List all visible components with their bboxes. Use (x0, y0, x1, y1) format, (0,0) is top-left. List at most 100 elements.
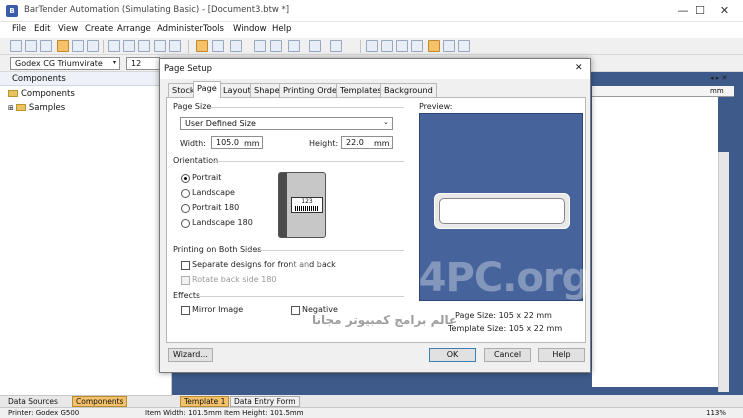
zoom-out-icon[interactable] (381, 40, 393, 52)
tree-root[interactable]: Components (8, 89, 75, 99)
watermark-subtext: عالم برامج كمبيوتر مجانا (312, 313, 458, 327)
chevron-down-icon[interactable]: ▾ (113, 59, 116, 66)
tab-data-sources[interactable]: Data Sources (8, 397, 58, 406)
rotate-back-label: Rotate back side 180 (192, 275, 277, 284)
zoom-in-icon[interactable] (366, 40, 378, 52)
label-sheet (592, 97, 718, 387)
snap-icon[interactable] (458, 40, 470, 52)
height-unit: mm (374, 139, 390, 148)
print-preview-icon[interactable] (57, 40, 69, 52)
grid-icon[interactable] (443, 40, 455, 52)
menu-edit[interactable]: Edit (34, 24, 50, 34)
portrait-180-label: Portrait 180 (192, 203, 240, 212)
components-panel: Components ✕ Components ⊞ Samples (0, 72, 172, 397)
shape-icon[interactable] (288, 40, 300, 52)
open-icon[interactable] (25, 40, 37, 52)
preview-label: Preview: (419, 102, 453, 111)
help-button[interactable]: Help (538, 348, 585, 362)
nav-arrows-icon[interactable]: ◂ ▸ ✕ (710, 74, 727, 82)
tab-background[interactable]: Background (380, 83, 437, 97)
wizard-button[interactable]: Wizard... (168, 348, 213, 362)
width-value: 105.0 (216, 138, 239, 147)
ok-button[interactable]: OK (429, 348, 476, 362)
object-icon[interactable] (330, 40, 342, 52)
radio-portrait-180[interactable] (181, 204, 190, 213)
tab-components[interactable]: Components (72, 396, 128, 407)
menu-view[interactable]: View (58, 24, 78, 34)
printer-label-text: 123 (301, 198, 313, 205)
width-field[interactable]: 105.0 mm (211, 136, 263, 149)
dialog-title: Page Setup (164, 64, 213, 74)
menu-help[interactable]: Help (272, 24, 291, 34)
page-size-value: User Defined Size (185, 119, 256, 128)
menu-tools[interactable]: Tools (203, 24, 224, 34)
height-field[interactable]: 22.0 mm (341, 136, 393, 149)
menu-window[interactable]: Window (233, 24, 267, 34)
copy-icon[interactable] (123, 40, 135, 52)
negative-checkbox[interactable] (291, 306, 300, 315)
tab-printing-order[interactable]: Printing Order (279, 83, 345, 97)
rotate-back-checkbox[interactable] (181, 276, 190, 285)
separate-designs-checkbox[interactable] (181, 261, 190, 270)
window-title: BarTender Automation (Simulating Basic) … (24, 5, 290, 15)
barcode-icon[interactable] (230, 40, 242, 52)
cancel-button[interactable]: Cancel (484, 348, 531, 362)
menu-create[interactable]: Create (85, 24, 113, 34)
picture-icon[interactable] (309, 40, 321, 52)
width-unit: mm (244, 139, 260, 148)
label-preview-inner (439, 198, 565, 224)
vertical-scrollbar[interactable] (718, 152, 729, 392)
radio-landscape[interactable] (181, 189, 190, 198)
paste-icon[interactable] (138, 40, 150, 52)
menu-arrange[interactable]: Arrange (117, 24, 151, 34)
tree-item-samples[interactable]: ⊞ Samples (8, 103, 65, 113)
redo-icon[interactable] (169, 40, 181, 52)
printer-select[interactable]: Godex CG Triumvirate (10, 57, 120, 70)
page-tab-panel: Page Size User Defined Size ⌄ Width: 105… (166, 97, 586, 343)
radio-portrait[interactable] (181, 174, 190, 183)
page-size-info: Page Size: 105 x 22 mm (455, 311, 552, 320)
width-label: Width: (180, 139, 206, 148)
database-icon[interactable] (87, 40, 99, 52)
print-icon[interactable] (72, 40, 84, 52)
expand-icon[interactable]: ⊞ (8, 104, 14, 112)
chevron-down-icon[interactable]: ⌄ (383, 118, 389, 126)
horizontal-ruler: mm (592, 86, 734, 97)
status-printer: Printer: Godex G500 (8, 409, 80, 417)
dialog-close-icon[interactable]: ✕ (575, 63, 583, 73)
printer-illustration-icon: 123 (278, 172, 326, 238)
portrait-label: Portrait (192, 173, 222, 182)
page-setup-icon[interactable] (428, 40, 440, 52)
line-icon[interactable] (270, 40, 282, 52)
tree-item-label: Samples (28, 103, 66, 113)
mirror-image-checkbox[interactable] (181, 306, 190, 315)
app-icon: B (6, 5, 18, 17)
tab-templates[interactable]: Templates (336, 83, 386, 97)
font-size-field[interactable]: 12 (126, 57, 160, 70)
folder-icon (8, 90, 18, 97)
tab-data-entry-form[interactable]: Data Entry Form (230, 396, 300, 407)
tab-template-1[interactable]: Template 1 (180, 396, 230, 407)
status-item-size: Item Width: 101.5mm Item Height: 101.5mm (145, 409, 304, 417)
close-window-button[interactable]: ✕ (706, 0, 743, 22)
page-size-select[interactable]: User Defined Size (180, 117, 393, 130)
height-label: Height: (309, 139, 339, 148)
landscape-180-label: Landscape 180 (192, 218, 253, 227)
text-cursor-icon[interactable] (212, 40, 224, 52)
menu-file[interactable]: File (12, 24, 26, 34)
folder-icon (15, 104, 26, 111)
status-zoom: 113% (706, 409, 727, 417)
text-icon[interactable] (254, 40, 266, 52)
select-pointer-icon[interactable] (196, 40, 208, 52)
save-icon[interactable] (40, 40, 52, 52)
menu-administer[interactable]: Administer (157, 24, 203, 34)
zoom-fit-icon[interactable] (396, 40, 408, 52)
undo-icon[interactable] (154, 40, 166, 52)
zoom-page-icon[interactable] (411, 40, 423, 52)
new-icon[interactable] (10, 40, 22, 52)
radio-landscape-180[interactable] (181, 219, 190, 228)
font-size-value: 12 (131, 59, 142, 68)
cut-icon[interactable] (108, 40, 120, 52)
components-panel-header: Components ✕ (0, 72, 172, 86)
tab-page[interactable]: Page (193, 81, 221, 98)
